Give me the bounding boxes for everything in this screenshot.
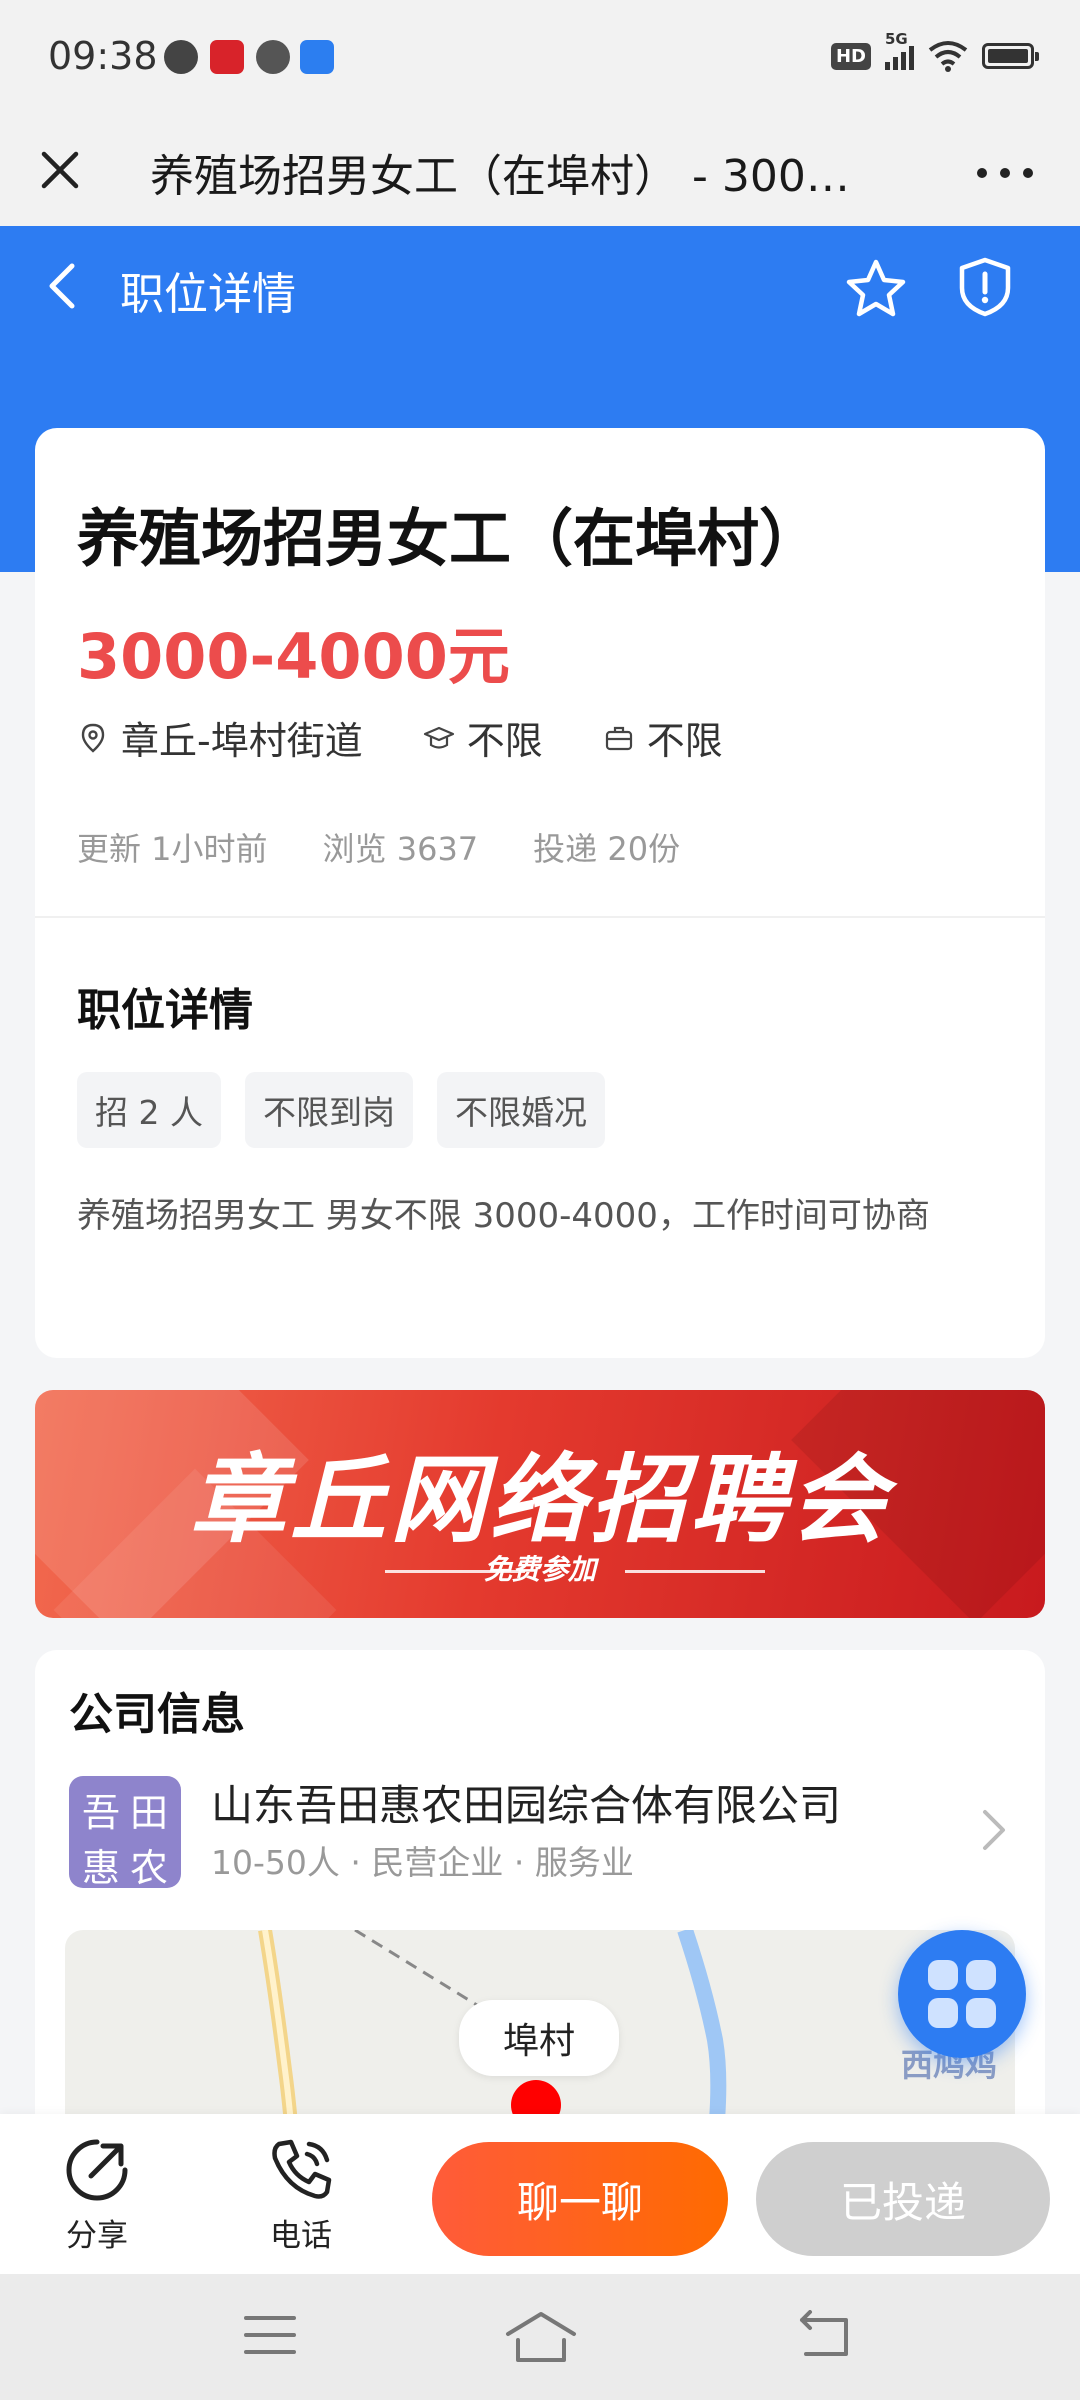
page-title: 职位详情 xyxy=(120,269,296,320)
education-text: 不限 xyxy=(466,719,543,763)
job-meta: 章丘-埠村街道 不限 不限 xyxy=(77,710,783,765)
share-button[interactable]: 分享 xyxy=(42,2134,152,2255)
floating-menu-button[interactable] xyxy=(898,1930,1026,2058)
status-time: 09:38 xyxy=(48,34,158,78)
browser-title: 养殖场招男女工（在埠村） - 300… xyxy=(150,151,850,202)
experience-text: 不限 xyxy=(646,719,723,763)
job-salary: 3000-4000元 xyxy=(77,620,510,693)
chat-button[interactable]: 聊一聊 xyxy=(432,2142,728,2256)
chevron-right-icon[interactable] xyxy=(975,1800,1015,1860)
notification-app-icon xyxy=(300,40,334,74)
job-tag: 招 2 人 xyxy=(77,1072,221,1148)
graduation-cap-icon xyxy=(423,726,454,749)
notification-app-icon xyxy=(164,40,198,74)
back-icon[interactable] xyxy=(796,2310,854,2360)
battery-icon xyxy=(982,43,1039,69)
company-logo[interactable]: 吾 田 惠 农 xyxy=(69,1776,181,1890)
bottom-action-bar: 分享 电话 聊一聊 已投递 xyxy=(0,2114,1080,2274)
menu-icon[interactable] xyxy=(242,2310,298,2360)
logo-char: 惠 xyxy=(81,1846,120,1890)
logo-char: 农 xyxy=(129,1846,168,1890)
applied-button[interactable]: 已投递 xyxy=(756,2142,1050,2256)
location-item: 章丘-埠村街道 xyxy=(77,710,363,765)
browser-title-bar: 养殖场招男女工（在埠村） - 300… xyxy=(0,118,1080,226)
report-shield-icon[interactable] xyxy=(952,254,1018,320)
status-bar: 09:38 HD 5G xyxy=(0,0,1080,118)
company-heading: 公司信息 xyxy=(69,1689,245,1740)
job-tag: 不限婚况 xyxy=(436,1072,605,1148)
notification-app-icon xyxy=(256,40,290,74)
job-tag: 不限到岗 xyxy=(244,1072,413,1148)
hd-badge: HD xyxy=(830,42,871,70)
map-location-label: 埠村 xyxy=(459,2000,620,2076)
experience-item: 不限 xyxy=(603,710,723,765)
job-fair-banner[interactable]: 章丘网络招聘会 免费参加 xyxy=(35,1390,1045,1618)
phone-label: 电话 xyxy=(270,2218,332,2254)
education-item: 不限 xyxy=(423,710,543,765)
briefcase-icon xyxy=(605,726,632,750)
company-name[interactable]: 山东吾田惠农田园综合体有限公司 xyxy=(211,1772,841,1833)
job-detail-heading: 职位详情 xyxy=(77,985,253,1036)
banner-subtitle: 免费参加 xyxy=(483,1553,596,1586)
network-label: 5G xyxy=(885,30,908,48)
logo-char: 田 xyxy=(129,1791,168,1835)
system-nav-bar xyxy=(0,2274,1080,2400)
divider xyxy=(35,916,1045,918)
wifi-icon xyxy=(928,41,968,72)
more-options-icon[interactable] xyxy=(970,148,1040,198)
job-description: 养殖场招男女工 男女不限 3000-4000，工作时间可协商 xyxy=(77,1196,930,1236)
favorite-star-icon[interactable] xyxy=(843,256,909,322)
share-label: 分享 xyxy=(66,2218,128,2254)
share-icon xyxy=(66,2139,128,2201)
location-pin-icon xyxy=(81,723,105,753)
location-text: 章丘-埠村街道 xyxy=(121,719,363,763)
banner-title: 章丘网络招聘会 xyxy=(190,1444,890,1556)
job-stats: 更新 1小时前 浏览 3637 投递 20份 xyxy=(77,824,680,870)
signal-icon: 5G xyxy=(885,30,914,70)
views-stat: 浏览 3637 xyxy=(322,830,479,868)
grid-icon xyxy=(928,1960,996,2028)
updated-stat: 更新 1小时前 xyxy=(77,830,268,868)
company-meta: 10-50人 · 民营企业 · 服务业 xyxy=(211,1843,634,1882)
job-title: 养殖场招男女工（在埠村） xyxy=(77,502,822,575)
close-icon[interactable] xyxy=(30,140,90,200)
logo-char: 吾 xyxy=(81,1791,120,1835)
job-tags: 招 2 人 不限到岗 不限婚况 xyxy=(77,1072,605,1148)
applied-stat: 投递 20份 xyxy=(533,830,681,868)
home-icon[interactable] xyxy=(504,2310,578,2366)
notification-app-icon xyxy=(210,40,244,74)
phone-button[interactable]: 电话 xyxy=(246,2134,356,2255)
phone-icon xyxy=(272,2139,332,2199)
job-info-card: 养殖场招男女工（在埠村） 3000-4000元 章丘-埠村街道 不限 不限 更新 xyxy=(35,428,1045,1358)
back-arrow-icon[interactable] xyxy=(38,256,88,316)
